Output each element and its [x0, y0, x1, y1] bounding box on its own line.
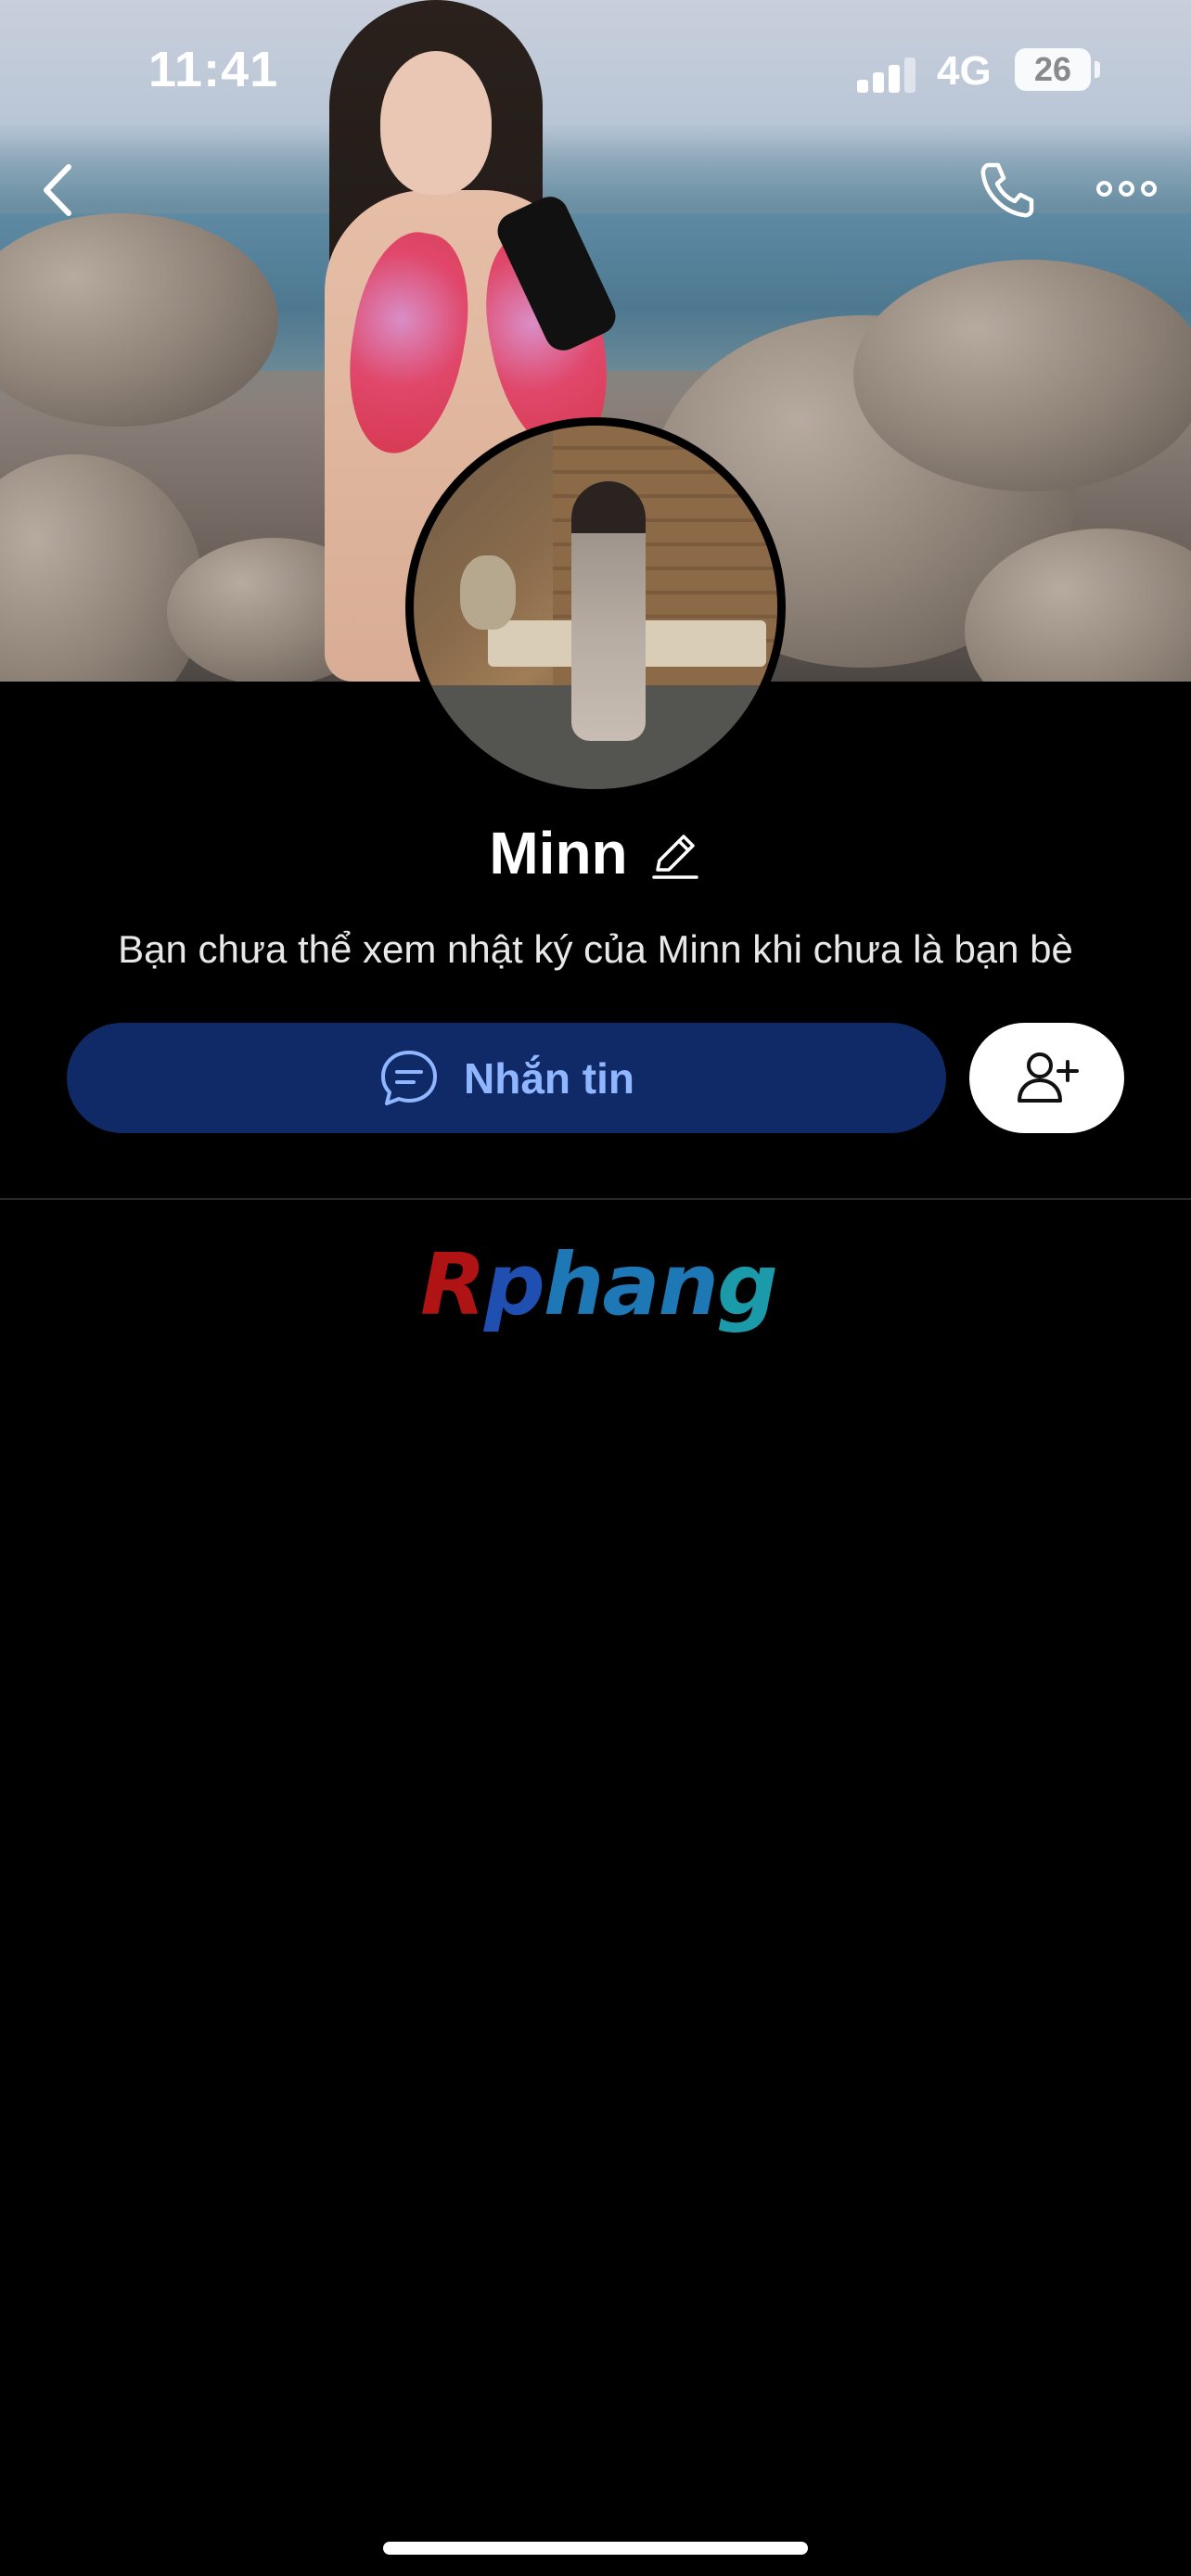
chevron-left-icon[interactable] — [35, 158, 82, 223]
cover-rock — [0, 454, 204, 682]
status-bar: 11:41 4G 26 — [0, 0, 1191, 139]
logo-part: R — [420, 1234, 486, 1334]
privacy-notice: Bạn chưa thể xem nhật ký của Minn khi ch… — [118, 927, 1073, 971]
battery-icon: 26 — [1015, 48, 1091, 91]
dot — [1119, 180, 1134, 197]
add-friend-button[interactable] — [969, 1023, 1124, 1133]
logo-part: han — [543, 1234, 719, 1334]
chat-bubble-icon — [381, 1050, 437, 1105]
more-dots-icon[interactable] — [1096, 174, 1161, 202]
network-type: 4G — [937, 48, 992, 94]
cover-rock — [853, 260, 1191, 491]
profile-name: Minn — [489, 820, 628, 886]
avatar[interactable] — [405, 417, 786, 797]
logo-part: p — [484, 1234, 545, 1334]
section-divider — [0, 1198, 1191, 1200]
battery-level: 26 — [1033, 50, 1072, 88]
battery-tip — [1095, 61, 1100, 78]
status-time: 11:41 — [148, 42, 279, 97]
add-friend-icon — [1017, 1052, 1079, 1103]
dot — [1096, 180, 1112, 197]
message-button-label: Nhắn tin — [464, 1053, 634, 1103]
home-indicator[interactable] — [383, 2542, 808, 2555]
dot — [1141, 180, 1157, 197]
signal-icon — [857, 57, 916, 93]
logo-part: g — [716, 1234, 778, 1334]
watermark-logo: Rp han g — [417, 1233, 779, 1335]
avatar-vase — [460, 555, 516, 630]
pencil-icon[interactable] — [648, 829, 702, 883]
message-button[interactable]: Nhắn tin — [67, 1023, 946, 1133]
name-row: Minn — [0, 816, 1191, 890]
phone-icon[interactable] — [976, 159, 1037, 221]
avatar-person — [571, 481, 646, 741]
